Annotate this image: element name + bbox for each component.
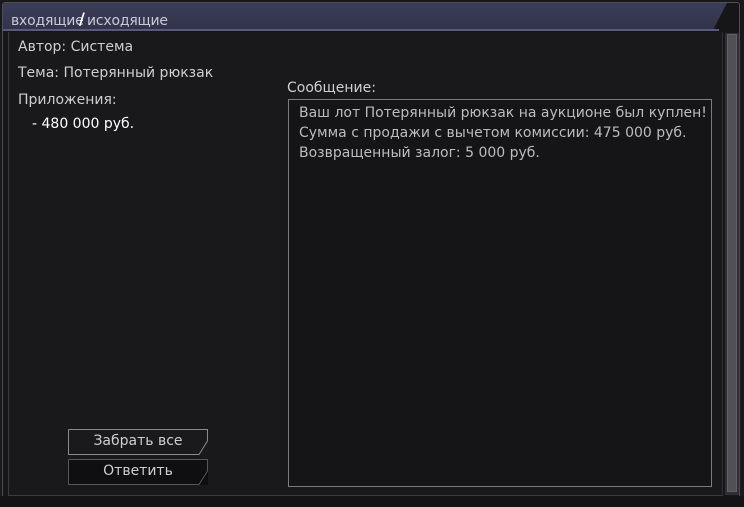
attachment-item: - 480 000 руб. bbox=[32, 116, 135, 132]
tab-inbox[interactable]: входящие bbox=[11, 13, 84, 29]
message-line: Сумма с продажи с вычетом комиссии: 475 … bbox=[299, 125, 687, 141]
scrollbar-thumb[interactable] bbox=[727, 34, 737, 492]
bottom-edge bbox=[0, 496, 744, 507]
message-label: Сообщение: bbox=[287, 80, 376, 96]
mail-window: входящие / исходящие Автор: Система Тема… bbox=[0, 0, 744, 507]
reply-button[interactable]: Ответить bbox=[68, 459, 208, 485]
collect-all-label: Забрать все bbox=[93, 433, 183, 449]
author-label: Автор: Система bbox=[18, 39, 134, 55]
attachments-label: Приложения: bbox=[18, 92, 117, 108]
tab-separator: / bbox=[79, 9, 85, 28]
subject-label: Тема: Потерянный рюкзак bbox=[18, 65, 214, 81]
collect-all-button[interactable]: Забрать все bbox=[68, 429, 208, 455]
header-divider bbox=[3, 29, 719, 31]
message-line: Возвращенный залог: 5 000 руб. bbox=[299, 145, 540, 161]
reply-label: Ответить bbox=[103, 463, 173, 479]
message-line: Ваш лот Потерянный рюкзак на аукционе бы… bbox=[299, 105, 707, 121]
message-body[interactable]: Ваш лот Потерянный рюкзак на аукционе бы… bbox=[288, 99, 712, 487]
tab-outbox[interactable]: исходящие bbox=[87, 13, 168, 29]
